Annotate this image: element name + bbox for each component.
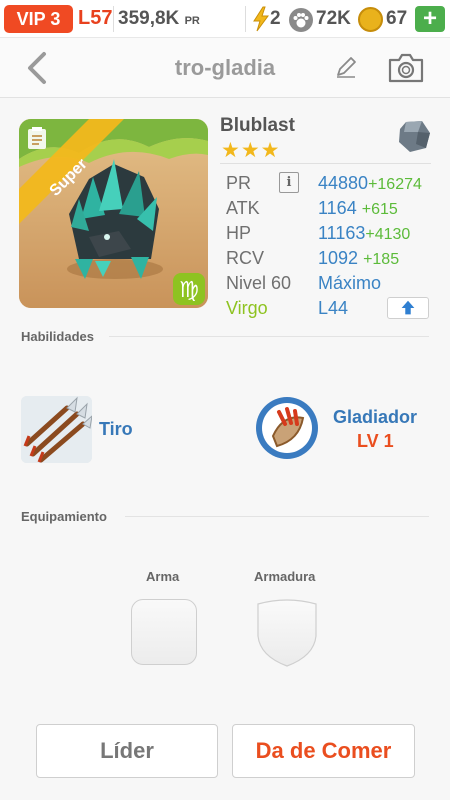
skill-level: LV 1 (357, 431, 394, 451)
divider (125, 516, 429, 517)
stat-value: 1092 +185 (318, 248, 399, 269)
paw-count: 72K (316, 8, 351, 29)
level-value: Máximo (318, 273, 382, 293)
coin-count: 67 (386, 8, 408, 29)
player-power-unit: PR (184, 15, 200, 27)
stat-row-pr: PR i 44880+16274 (226, 171, 436, 196)
weapon-label: Arma (146, 569, 180, 584)
star-rating: ★★★ (221, 139, 281, 162)
arrow-up-icon (401, 300, 415, 315)
player-power-value: 359,8K (118, 8, 180, 29)
stat-bonus: +185 (363, 251, 400, 268)
stat-value-number: 11163 (318, 223, 366, 243)
stat-value: 11163+4130 (318, 223, 410, 244)
stat-bonus: +16274 (368, 176, 422, 193)
section-title-equipment: Equipamiento (21, 509, 107, 524)
level-label: Nivel 60 (226, 273, 292, 293)
camera-icon[interactable] (387, 52, 425, 84)
stat-row-hp: HP 11163+4130 (226, 221, 436, 246)
stats-panel: PR i 44880+16274 ATK 1164 +615 HP 11163+… (226, 171, 436, 321)
divider (113, 6, 114, 32)
monster-name: Blublast (220, 115, 295, 136)
stat-label: ATK (226, 198, 260, 218)
gladiator-shield-icon[interactable] (255, 396, 319, 460)
leader-button[interactable]: Líder (36, 724, 218, 778)
stat-value: 1164 +615 (318, 198, 398, 219)
virgo-sign-icon: ♍ (173, 273, 205, 305)
pencil-icon[interactable] (334, 55, 358, 79)
stat-label: PR (226, 173, 252, 193)
feed-button[interactable]: Da de Comer (232, 724, 415, 778)
player-power: 359,8K PR (118, 8, 200, 30)
stat-row-atk: ATK 1164 +615 (226, 196, 436, 221)
coin-icon (358, 7, 383, 32)
rock-element-icon (399, 121, 430, 152)
skill-name[interactable]: Tiro (99, 419, 133, 440)
lightning-icon (253, 6, 269, 32)
arrows-icon[interactable] (21, 396, 92, 463)
section-title-abilities: Habilidades (21, 329, 94, 344)
player-level: L57 (78, 7, 113, 29)
divider (109, 336, 429, 337)
stat-value-number: 44880 (318, 173, 369, 193)
stat-value-number: 1164 (318, 198, 357, 218)
upgrade-sign-button[interactable] (387, 297, 429, 319)
divider (245, 6, 246, 32)
stat-bonus: +4130 (365, 226, 411, 243)
level-row: Nivel 60 Máximo (226, 271, 436, 296)
sign-level: L44 (318, 298, 349, 318)
energy-count: 2 (270, 8, 281, 29)
stat-label: HP (226, 223, 252, 243)
divider (220, 163, 431, 164)
svg-text:♍: ♍ (179, 278, 199, 303)
stat-row-rcv: RCV 1092 +185 (226, 246, 436, 271)
stat-value: 44880+16274 (318, 173, 422, 194)
monster-portrait[interactable]: Super ♍ (19, 119, 208, 308)
stat-value-number: 1092 (318, 248, 359, 268)
armor-slot[interactable] (254, 598, 320, 668)
sign-label: Virgo (226, 298, 268, 318)
notes-icon[interactable] (26, 126, 48, 150)
paw-icon (289, 8, 313, 32)
stat-label: RCV (226, 248, 265, 268)
page-title: tro-gladia (174, 55, 276, 80)
vip-badge[interactable]: VIP 3 (4, 5, 73, 33)
status-bar: VIP 3 L57 359,8K PR 2 72K 67 + (0, 0, 450, 38)
armor-label: Armadura (254, 569, 316, 584)
stat-bonus: +615 (361, 201, 398, 218)
header: tro-gladia (0, 38, 450, 98)
sign-row: Virgo L44 (226, 296, 436, 321)
weapon-slot[interactable] (131, 599, 197, 665)
skill-name[interactable]: Gladiador (333, 407, 417, 428)
add-coins-button[interactable]: + (415, 6, 445, 32)
info-icon[interactable]: i (279, 172, 299, 193)
